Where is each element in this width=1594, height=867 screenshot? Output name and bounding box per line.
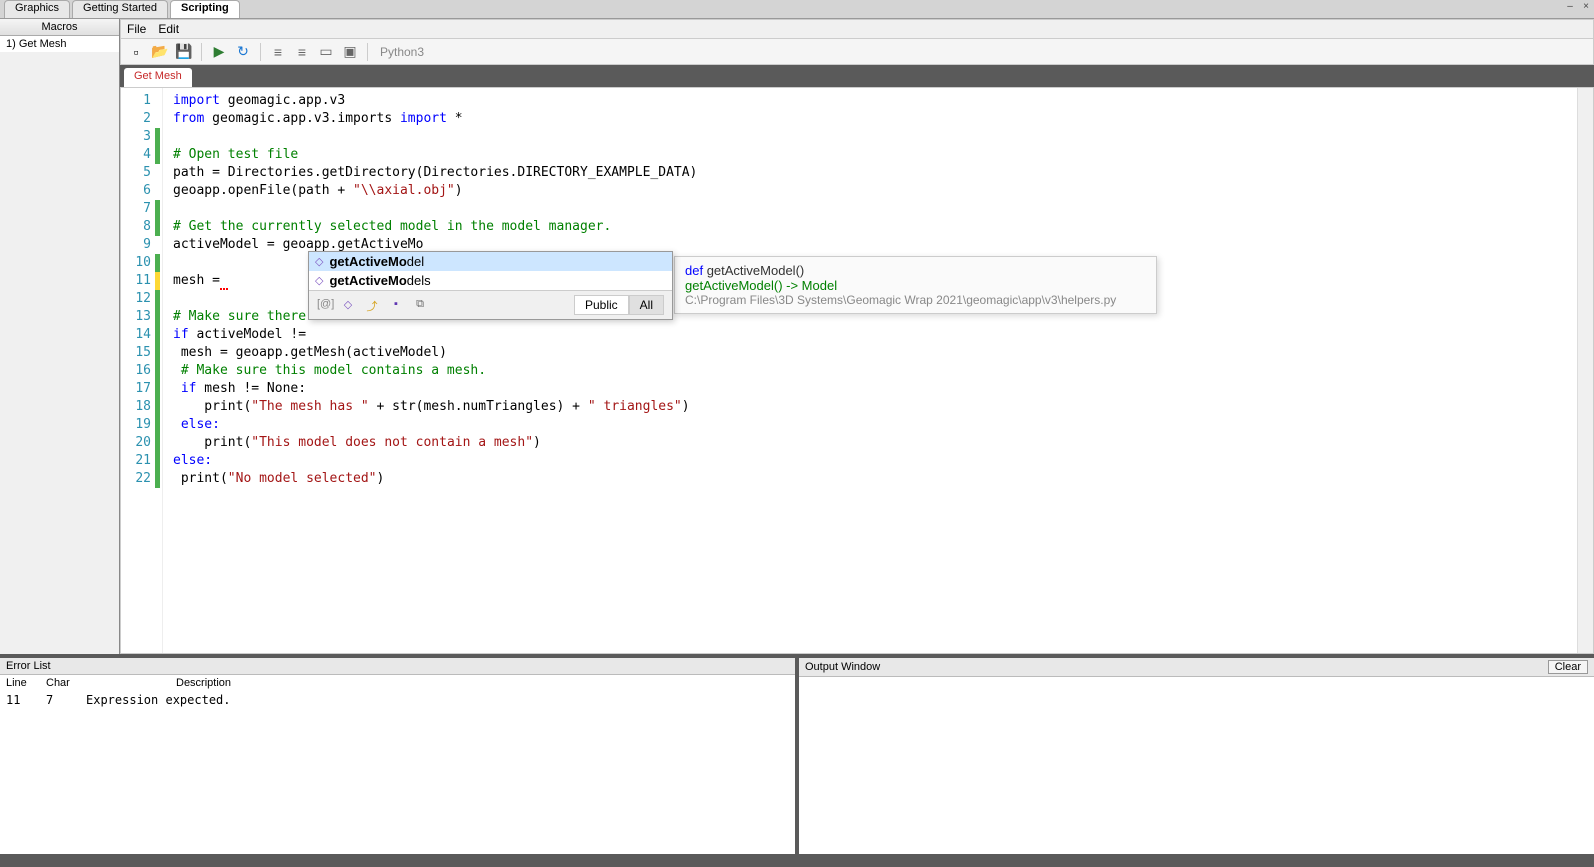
clear-button[interactable]: Clear bbox=[1548, 660, 1588, 674]
run-icon[interactable]: ▶ bbox=[210, 43, 228, 61]
outdent-icon[interactable]: ≡ bbox=[269, 43, 287, 61]
menubar: File Edit bbox=[120, 19, 1594, 39]
menu-edit[interactable]: Edit bbox=[158, 22, 179, 36]
main-tabs: Graphics Getting Started Scripting – × bbox=[0, 0, 1594, 19]
method-icon: ◇ bbox=[315, 274, 323, 287]
vertical-scrollbar[interactable] bbox=[1577, 88, 1593, 653]
ac-filter-decorator-icon[interactable]: [@] bbox=[317, 298, 331, 312]
new-file-icon[interactable]: ▫ bbox=[127, 43, 145, 61]
error-list-panel: Error List Line Char Description 11 7 Ex… bbox=[0, 658, 799, 854]
document-tabs: Get Mesh bbox=[120, 65, 1594, 87]
macro-item-get-mesh[interactable]: 1) Get Mesh bbox=[0, 36, 119, 52]
ac-item-getactivemodel[interactable]: ◇ getActiveModel bbox=[309, 252, 672, 271]
output-panel: Output Window Clear bbox=[799, 658, 1594, 854]
error-table: Line Char Description 11 7 Expression ex… bbox=[0, 675, 795, 709]
refresh-icon[interactable]: ↻ bbox=[234, 43, 252, 61]
ac-filter-public[interactable]: Public bbox=[574, 295, 629, 315]
open-file-icon[interactable]: 📂 bbox=[151, 43, 169, 61]
ac-filter-method-icon[interactable]: ◇ bbox=[341, 298, 355, 312]
code-content[interactable]: import geomagic.app.v3 from geomagic.app… bbox=[163, 88, 1577, 653]
error-row[interactable]: 11 7 Expression expected. bbox=[0, 691, 795, 709]
line-gutter: 1 2 3 4 5 6 7 8 9 10 11 12 13 14 15 16 1… bbox=[121, 88, 163, 653]
ac-toolbar: [@] ◇ ⤴ ▪ ⧉ Public All bbox=[309, 290, 672, 319]
minimize-icon[interactable]: – bbox=[1564, 1, 1576, 13]
macros-header: Macros bbox=[0, 19, 119, 36]
toggle-icon[interactable]: ▭ bbox=[317, 43, 335, 61]
indent-icon[interactable]: ≡ bbox=[293, 43, 311, 61]
signature-tooltip: def getActiveModel() getActiveModel() ->… bbox=[674, 256, 1157, 314]
ac-item-getactivemodels[interactable]: ◇ getActiveModels bbox=[309, 271, 672, 290]
col-description: Description bbox=[170, 675, 795, 691]
tab-getting-started[interactable]: Getting Started bbox=[72, 0, 168, 18]
code-editor[interactable]: 1 2 3 4 5 6 7 8 9 10 11 12 13 14 15 16 1… bbox=[120, 87, 1594, 654]
window-controls: – × bbox=[1564, 1, 1592, 13]
col-line: Line bbox=[0, 675, 40, 691]
ac-filter-field-icon[interactable]: ▪ bbox=[389, 298, 403, 312]
menu-file[interactable]: File bbox=[127, 22, 146, 36]
autocomplete-popup: ◇ getActiveModel ◇ getActiveModels [@] ◇… bbox=[308, 251, 673, 320]
output-title: Output Window bbox=[805, 661, 880, 673]
toolbar: ▫ 📂 💾 ▶ ↻ ≡ ≡ ▭ ▣ Python3 bbox=[120, 39, 1594, 65]
ac-filter-inherited-icon[interactable]: ⤴ bbox=[365, 298, 379, 312]
tab-graphics[interactable]: Graphics bbox=[4, 0, 70, 18]
method-icon: ◇ bbox=[315, 255, 323, 268]
ac-filter-all[interactable]: All bbox=[629, 295, 664, 315]
close-icon[interactable]: × bbox=[1580, 1, 1592, 13]
ac-filter-copy-icon[interactable]: ⧉ bbox=[413, 298, 427, 312]
doc-tab-get-mesh[interactable]: Get Mesh bbox=[124, 68, 192, 87]
macros-sidebar: Macros 1) Get Mesh bbox=[0, 19, 120, 654]
editor-pane: File Edit ▫ 📂 💾 ▶ ↻ ≡ ≡ ▭ ▣ Python3 Get … bbox=[120, 19, 1594, 654]
col-char: Char bbox=[40, 675, 80, 691]
tab-scripting[interactable]: Scripting bbox=[170, 0, 240, 18]
save-icon[interactable]: 💾 bbox=[175, 43, 193, 61]
window-icon[interactable]: ▣ bbox=[341, 43, 359, 61]
error-list-title: Error List bbox=[6, 660, 51, 672]
language-label: Python3 bbox=[380, 45, 424, 59]
